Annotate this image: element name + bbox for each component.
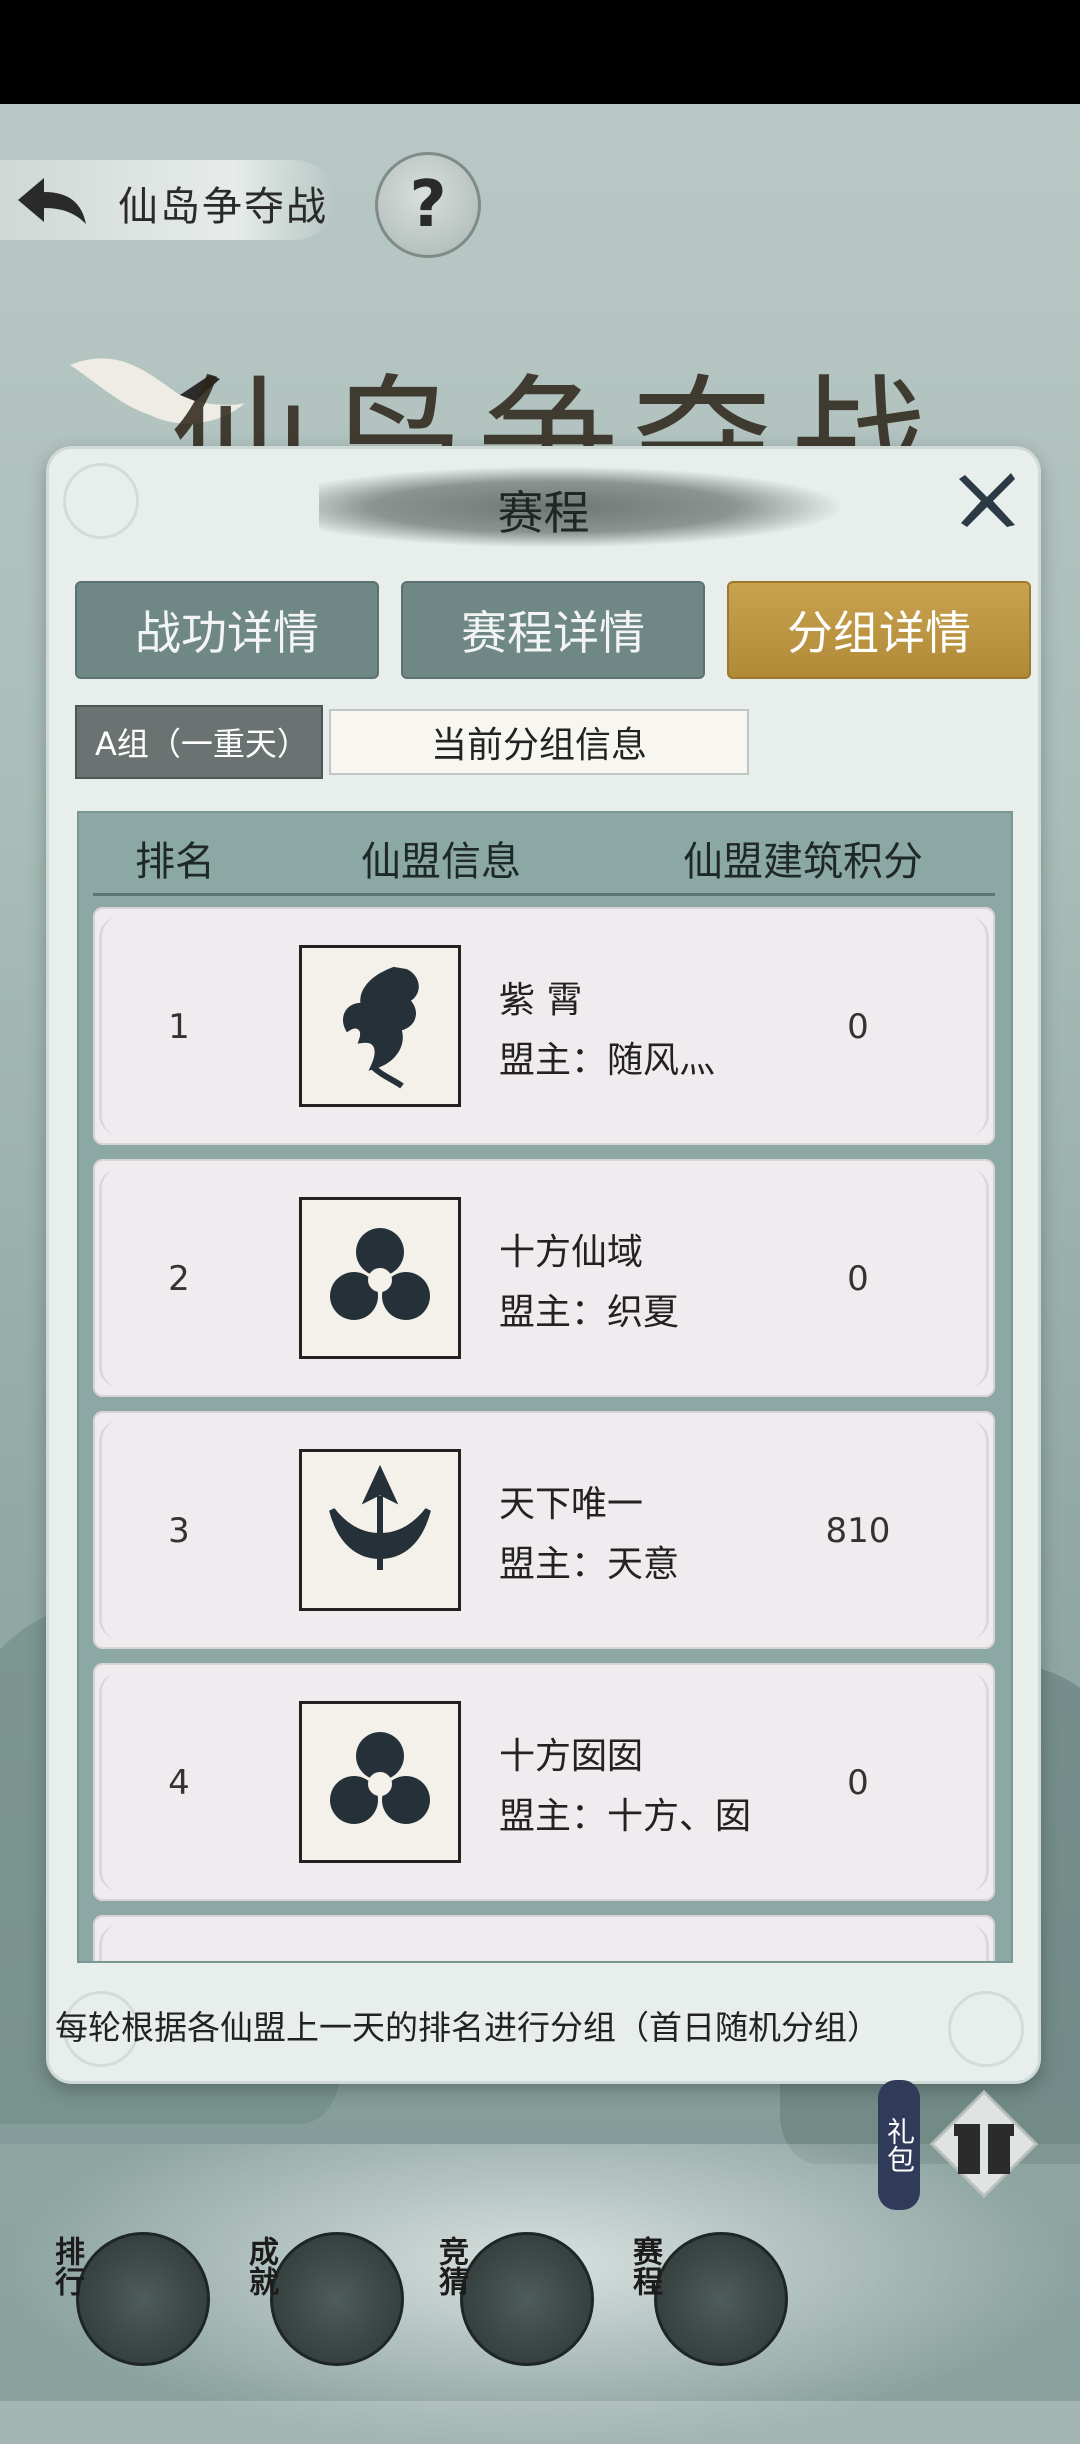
dialog-title: 赛程 [497,486,590,540]
row-rank: 2 [168,1259,190,1299]
back-arrow-icon [18,178,86,224]
alliance-score: 810 [825,1511,891,1551]
page-title: 仙岛争夺战 [118,184,328,230]
phoenix-emblem-icon [299,1449,461,1611]
alliance-score: 0 [847,1763,869,1803]
tab-bar: 战功详情 赛程详情 分组详情 [75,581,1031,679]
alliance-name: 十方囡囡 [499,1736,644,1777]
bottom-nav-label: 成就 [243,2236,278,2296]
alliance-score: 0 [847,1007,869,1047]
grouping-rule-note: 每轮根据各仙盟上一天的排名进行分组（首日随机分组） [55,2008,880,2047]
table-row[interactable]: 1 紫 霄 盟主：随风灬 0 [93,907,995,1145]
guess-button[interactable] [460,2232,594,2366]
alliance-leader: 盟主：天意 [499,1544,680,1585]
tab-schedule-details[interactable]: 赛程详情 [401,581,705,679]
schedule-button[interactable] [654,2232,788,2366]
tab-merit-details[interactable]: 战功详情 [75,581,379,679]
table-row[interactable]: 3 天下唯一 盟主：天意 810 [93,1411,995,1649]
tab-group-details[interactable]: 分组详情 [727,581,1031,679]
alliance-name: 紫 霄 [499,980,583,1021]
table-header: 排名 仙盟信息 仙盟建筑积分 [93,813,995,896]
column-header-score: 仙盟建筑积分 [683,839,923,885]
alliance-name: 天下唯一 [499,1484,644,1525]
column-header-rank: 排名 [135,839,215,885]
corner-ornament [948,1991,1024,2067]
achievement-button[interactable] [270,2232,404,2366]
tab-label: 战功详情 [135,606,319,660]
ranking-table: 排名 仙盟信息 仙盟建筑积分 1 紫 霄 盟主：随风灬 0 2 十方仙域 盟主：… [77,811,1013,1963]
back-button[interactable]: 仙岛争夺战 [0,160,335,240]
table-row[interactable]: 4 十方囡囡 盟主：十方、囡 0 [93,1663,995,1901]
alliance-score: 0 [847,1259,869,1299]
tab-label: 分组详情 [787,606,971,660]
tab-label: 赛程详情 [461,606,645,660]
alliance-leader: 盟主：织夏 [499,1292,680,1333]
bottom-nav-label: 赛程 [627,2236,662,2296]
gift-pack-label: 礼包 [878,2080,920,2210]
schedule-dialog: 赛程 战功详情 赛程详情 分组详情 A组（一重天） 当前分组信息 排名 仙盟信息… [46,446,1041,2084]
group-info-label: 当前分组信息 [329,709,749,775]
alliance-name: 十方仙域 [499,1232,644,1273]
row-rank: 1 [168,1007,190,1047]
row-rank: 3 [168,1511,190,1551]
help-button[interactable]: ? [375,152,481,258]
help-icon: ? [409,168,447,242]
bottom-nav-label: 竞猜 [433,2236,468,2296]
status-bar [0,0,1080,104]
top-bar: 仙岛争夺战 [0,160,360,244]
leaderboard-button[interactable] [76,2232,210,2366]
alliance-leader: 盟主：十方、囡 [499,1796,752,1837]
alliance-leader: 盟主：随风灬 [499,1040,716,1081]
close-icon[interactable] [957,469,1019,531]
column-header-alliance: 仙盟信息 [361,839,521,885]
trefoil-emblem-icon [299,1197,461,1359]
row-rank: 4 [168,1763,190,1803]
table-row[interactable] [93,1915,995,1961]
bottom-nav-label: 排行 [49,2236,84,2296]
trefoil-emblem-icon [299,1701,461,1863]
group-dropdown[interactable]: A组（一重天） [75,705,323,779]
gift-box-icon[interactable] [928,2088,1040,2200]
table-row[interactable]: 2 十方仙域 盟主：织夏 0 [93,1159,995,1397]
dragon-emblem-icon [299,945,461,1107]
group-selected-value: A组（一重天） [95,725,309,763]
